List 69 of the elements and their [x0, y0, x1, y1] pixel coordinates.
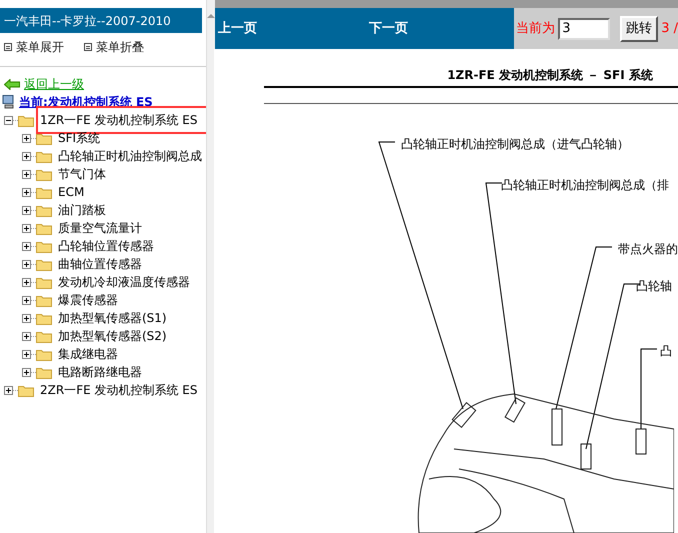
expand-icon[interactable] — [22, 224, 31, 232]
tree-item[interactable]: ECM — [56, 183, 86, 201]
scrollbar[interactable] — [206, 0, 215, 533]
tree-item[interactable]: 集成继电器 — [56, 345, 120, 363]
page-total: 3 / — [661, 20, 678, 38]
expand-icon[interactable] — [22, 260, 31, 268]
tree-item[interactable]: 爆震传感器 — [56, 291, 120, 309]
left-arrow-icon — [4, 78, 20, 90]
folder-icon — [36, 240, 52, 252]
sidebar-title: 一汽丰田--卡罗拉--2007-2010 — [0, 8, 202, 33]
tree-item[interactable]: 质量空气流量计 — [56, 219, 144, 237]
computer-icon — [2, 95, 15, 109]
expand-icon[interactable] — [22, 368, 31, 376]
expand-icon[interactable] — [22, 314, 31, 322]
expand-icon[interactable] — [22, 278, 31, 286]
expand-icon[interactable] — [22, 152, 31, 160]
page-input[interactable]: 3 — [558, 18, 610, 40]
folder-icon — [36, 150, 52, 162]
document-title: 1ZR-FE 发动机控制系统 － SFI 系统 — [447, 67, 653, 84]
expand-icon[interactable] — [22, 296, 31, 304]
jump-button[interactable]: 跳转 — [620, 16, 658, 42]
expand-icon[interactable] — [22, 332, 31, 340]
folder-icon — [36, 186, 52, 198]
folder-icon — [36, 312, 52, 324]
folder-icon — [18, 114, 34, 126]
folder-icon — [36, 222, 52, 234]
tree-item[interactable]: 曲轴位置传感器 — [56, 255, 144, 273]
tree-item[interactable]: SFI系统 — [56, 129, 102, 147]
folder-icon — [36, 294, 52, 306]
callout-label: 凸轮轴 — [636, 278, 672, 295]
tree-item[interactable]: 1ZR一FE 发动机控制系统 ES — [38, 108, 206, 132]
folder-icon — [18, 384, 34, 396]
tree-item[interactable]: 发动机冷却液温度传感器 — [56, 273, 192, 291]
list-icon — [84, 43, 92, 51]
folder-icon — [36, 204, 52, 216]
current-page-label: 当前为 — [516, 20, 556, 38]
folder-icon — [36, 330, 52, 342]
collapse-icon[interactable] — [4, 116, 13, 124]
menu-link[interactable]: 菜单折叠 — [96, 38, 144, 56]
tree-item[interactable]: 加热型氧传感器(S2) — [56, 327, 169, 345]
tree-item[interactable]: 凸轮轴正时机油控制阀总成 — [56, 147, 204, 165]
callout-label: 带点火器的 — [618, 241, 678, 258]
tree-item[interactable]: 油门踏板 — [56, 201, 108, 219]
back-link[interactable]: 返回上一级 — [24, 75, 84, 93]
tree-item[interactable]: 电路断路继电器 — [56, 363, 144, 381]
list-icon — [4, 43, 12, 51]
folder-icon — [36, 132, 52, 144]
tree-item[interactable]: 凸轮轴位置传感器 — [56, 237, 156, 255]
previous-page-link[interactable]: 上一页 — [218, 18, 258, 38]
expand-icon[interactable] — [22, 206, 31, 214]
folder-icon — [36, 168, 52, 180]
folder-icon — [36, 276, 52, 288]
next-page-link[interactable]: 下一页 — [369, 18, 408, 38]
folder-icon — [36, 366, 52, 378]
expand-icon[interactable] — [22, 242, 31, 250]
expand-icon[interactable] — [22, 350, 31, 358]
tree-item[interactable]: 2ZR一FE 发动机控制系统 ES — [38, 381, 200, 399]
folder-icon — [36, 258, 52, 270]
expand-icon[interactable] — [22, 170, 31, 178]
callout-label: 凸轮轴正时机油控制阀总成（排 — [501, 177, 670, 194]
expand-icon[interactable] — [4, 386, 13, 394]
callout-label: 凸 — [660, 343, 672, 360]
expand-icon[interactable] — [22, 188, 31, 196]
expand-icon[interactable] — [22, 134, 31, 142]
menu-link[interactable]: 菜单展开 — [16, 38, 64, 56]
tree-item[interactable]: 节气门体 — [56, 165, 108, 183]
tree-item[interactable]: 加热型氧传感器(S1) — [56, 309, 169, 327]
folder-icon — [36, 348, 52, 360]
callout-label: 凸轮轴正时机油控制阀总成（进气凸轮轴） — [401, 136, 630, 153]
